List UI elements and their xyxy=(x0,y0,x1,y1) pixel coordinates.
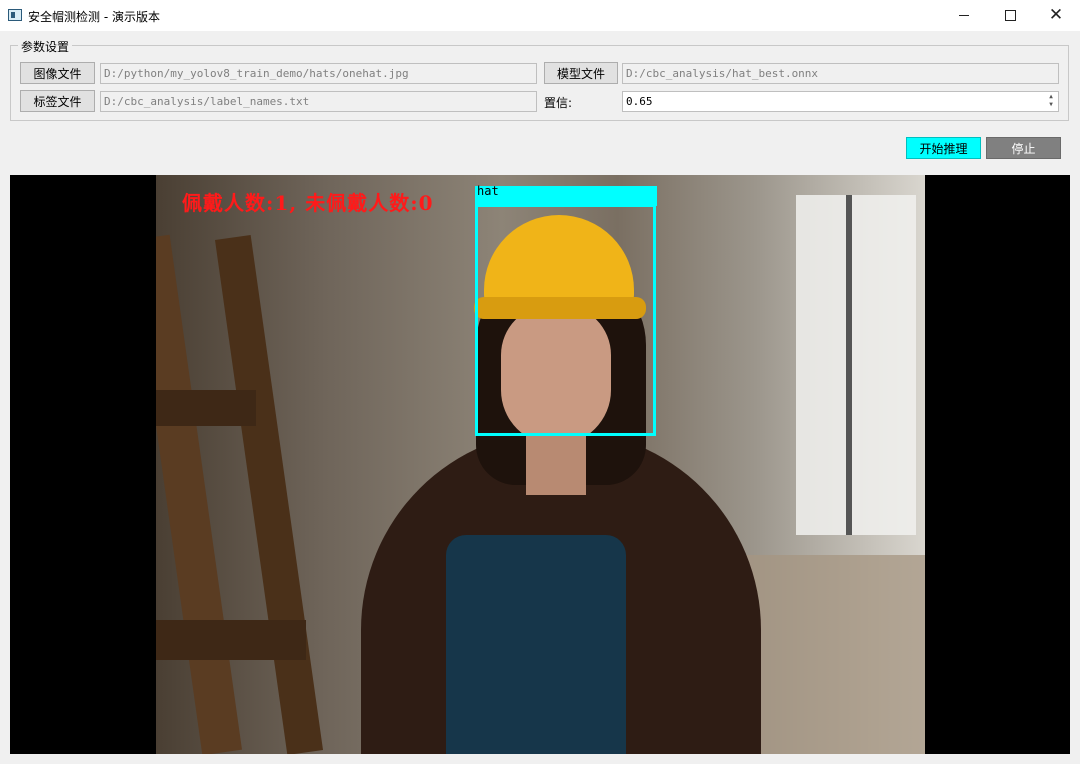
model-file-button[interactable]: 模型文件 xyxy=(544,62,618,84)
window-title: 安全帽测检测 - 演示版本 xyxy=(28,10,160,24)
ladder-rung xyxy=(156,390,256,426)
label-path-field[interactable]: D:/cbc_analysis/label_names.txt xyxy=(100,91,537,112)
title-bar: 安全帽测检测 - 演示版本 ✕ xyxy=(0,0,1080,31)
confidence-label: 置信: xyxy=(544,96,573,110)
image-file-button[interactable]: 图像文件 xyxy=(20,62,95,84)
model-path-field[interactable]: D:/cbc_analysis/hat_best.onnx xyxy=(622,63,1059,84)
detection-label: hat xyxy=(477,184,499,198)
image-path-field[interactable]: D:/python/my_yolov8_train_demo/hats/oneh… xyxy=(100,63,537,84)
window-frame xyxy=(846,195,852,535)
result-display: 佩戴人数:1, 未佩戴人数:0 hat xyxy=(10,175,1070,754)
confidence-spinbox[interactable]: 0.65 ▲ ▼ xyxy=(622,91,1059,112)
result-image: 佩戴人数:1, 未佩戴人数:0 hat xyxy=(156,175,925,754)
person-neck xyxy=(526,435,586,495)
ladder-rung xyxy=(156,620,306,660)
detection-box xyxy=(475,204,656,436)
start-inference-button[interactable]: 开始推理 xyxy=(906,137,981,159)
minimize-button[interactable] xyxy=(941,0,987,31)
person-shirt xyxy=(446,535,626,754)
app-icon xyxy=(8,9,22,21)
spin-arrows-icon[interactable]: ▲ ▼ xyxy=(1045,93,1057,110)
close-button[interactable]: ✕ xyxy=(1033,0,1079,31)
detection-label-bg xyxy=(475,186,657,206)
confidence-value: 0.65 xyxy=(626,95,653,108)
label-file-button[interactable]: 标签文件 xyxy=(20,90,95,112)
params-group-title: 参数设置 xyxy=(18,38,73,55)
stop-button[interactable]: 停止 xyxy=(986,137,1061,159)
count-overlay-text: 佩戴人数:1, 未佩戴人数:0 xyxy=(182,191,434,215)
window-light xyxy=(796,195,916,535)
maximize-button[interactable] xyxy=(987,0,1033,31)
